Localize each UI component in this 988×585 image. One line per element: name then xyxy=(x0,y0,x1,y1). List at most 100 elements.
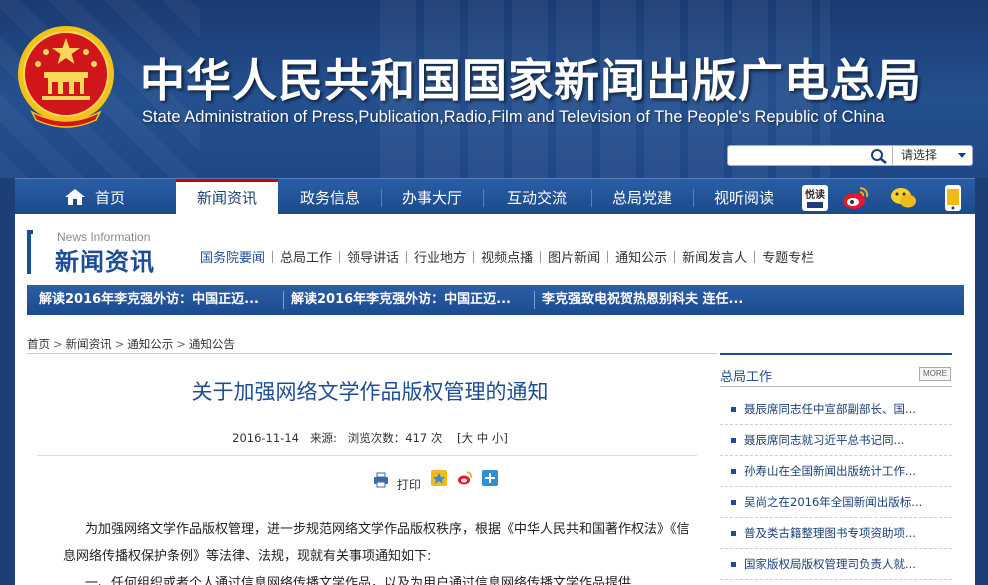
main-nav: 首页 新闻资讯 政务信息 办事大厅 互动交流 总局党建 视听阅读 悦读 xyxy=(15,178,975,215)
share-more-icon[interactable] xyxy=(482,470,499,486)
font-size-medium[interactable]: 中 xyxy=(477,431,489,445)
subnav-item-photo-news[interactable]: 图片新闻 xyxy=(541,247,607,266)
nav-item-label: 互动交流 xyxy=(506,189,567,207)
nav-item-label: 首页 xyxy=(94,189,125,207)
share-qzone-icon[interactable] xyxy=(430,470,447,486)
search-box: 请选择 xyxy=(727,145,973,166)
nav-item-label: 新闻资讯 xyxy=(196,189,257,207)
share-weibo-icon[interactable] xyxy=(457,470,473,486)
breadcrumb-item[interactable]: 通知公示 xyxy=(127,337,173,351)
search-icon[interactable] xyxy=(870,148,888,164)
subnav-item-spokesperson[interactable]: 新闻发言人 xyxy=(675,247,754,266)
site-title-cn: 中华人民共和国国家新闻出版广电总局 xyxy=(140,54,923,107)
bullet-icon xyxy=(731,500,736,505)
bullet-icon xyxy=(731,407,736,412)
sidebar-item-label: 普及类古籍整理图书专项资助项... xyxy=(744,526,916,540)
subnav-item-work[interactable]: 总局工作 xyxy=(273,247,339,266)
breadcrumb-item[interactable]: 新闻资讯 xyxy=(66,337,112,351)
nav-divider xyxy=(693,189,694,207)
subnav-item-special[interactable]: 专题专栏 xyxy=(755,247,821,266)
yuedu-icon[interactable]: 悦读 xyxy=(801,184,829,212)
sidebar-item-label: 国家版权局版权管理司负责人就... xyxy=(744,557,916,571)
home-icon xyxy=(64,189,85,205)
nav-item-interaction[interactable]: 互动交流 xyxy=(487,179,587,215)
subnav-item-state-council[interactable]: 国务院要闻 xyxy=(193,247,272,266)
search-scope-select[interactable]: 请选择 xyxy=(892,146,972,165)
nav-item-government-info[interactable]: 政务信息 xyxy=(283,179,377,215)
nav-item-party-building[interactable]: 总局党建 xyxy=(595,179,689,215)
ticker-headline[interactable]: 解读2016年李克强外访：中国正迈... xyxy=(291,285,511,315)
bullet-icon xyxy=(731,531,736,536)
nav-item-news[interactable]: 新闻资讯 xyxy=(176,179,278,215)
headline-ticker: 解读2016年李克强外访：中国正迈... 解读2016年李克强外访：中国正迈..… xyxy=(27,285,964,315)
section-subnav: 国务院要闻 总局工作 领导讲话 行业地方 视频点播 图片新闻 通知公示 新闻发言人 专题专栏 xyxy=(193,247,821,267)
article-tools: 打印 xyxy=(373,470,499,493)
subnav-item-industry[interactable]: 行业地方 xyxy=(407,247,473,266)
subnav-item-video[interactable]: 视频点播 xyxy=(474,247,540,266)
article-date: 2016-11-14 xyxy=(232,431,299,445)
nav-item-label: 政务信息 xyxy=(299,189,360,207)
sidebar-list: 聂辰席同志任中宣部副部长、国... 聂辰席同志就习近平总书记同... 孙寿山在全… xyxy=(720,394,952,580)
subnav-item-notices[interactable]: 通知公示 xyxy=(608,247,674,266)
sidebar-list-item[interactable]: 国家版权局版权管理司负责人就... xyxy=(720,549,952,580)
breadcrumb-divider xyxy=(27,353,717,354)
sidebar-list-item[interactable]: 吴尚之在2016年全国新闻出版标... xyxy=(720,487,952,518)
nav-divider xyxy=(591,189,592,207)
nav-item-label: 总局党建 xyxy=(611,189,672,207)
weibo-icon[interactable] xyxy=(841,184,869,212)
article-meta: 2016-11-14 来源: 浏览次数：417 次 [大 中 小] xyxy=(35,430,705,446)
nav-item-label: 办事大厅 xyxy=(401,189,462,207)
nav-item-label: 视听阅读 xyxy=(713,189,774,207)
sidebar-list-item[interactable]: 孙寿山在全国新闻出版统计工作... xyxy=(720,456,952,487)
article-paragraph: 为加强网络文学作品版权管理，进一步规范网络文学作品版权秩序，根据《中华人民共和国… xyxy=(63,522,690,564)
section-bracket xyxy=(27,230,33,274)
breadcrumb-item[interactable]: 通知公告 xyxy=(189,337,235,351)
print-icon xyxy=(374,472,388,488)
bullet-icon xyxy=(731,438,736,443)
sidebar-item-label: 聂辰席同志任中宣部副部长、国... xyxy=(744,402,916,416)
sidebar-item-label: 孙寿山在全国新闻出版统计工作... xyxy=(744,464,916,478)
print-button[interactable]: 打印 xyxy=(373,472,421,493)
article-divider xyxy=(37,455,697,456)
ticker-headline[interactable]: 李克强致电祝贺热恩别科夫 连任... xyxy=(542,285,743,315)
mobile-icon[interactable] xyxy=(939,184,967,212)
section-title-cn: 新闻资讯 xyxy=(55,248,155,276)
sidebar-more-button[interactable]: MORE xyxy=(919,367,951,381)
subnav-item-speeches[interactable]: 领导讲话 xyxy=(340,247,406,266)
header-banner: 中华人民共和国国家新闻出版广电总局 State Administration o… xyxy=(0,0,988,178)
sidebar-top-border xyxy=(720,353,952,355)
article-paragraph: 一、任何组织或者个人通过信息网络传播文学作品，以及为用户通过信息网络传播文学作品… xyxy=(85,576,632,585)
bullet-icon xyxy=(731,562,736,567)
ticker-headline[interactable]: 解读2016年李克强外访：中国正迈... xyxy=(39,285,259,315)
nav-item-service-hall[interactable]: 办事大厅 xyxy=(385,179,479,215)
nav-item-audiovisual[interactable]: 视听阅读 xyxy=(697,179,791,215)
nav-divider xyxy=(381,189,382,207)
yuedu-icon-text: 悦读 xyxy=(805,188,825,201)
ticker-divider xyxy=(534,291,535,309)
bullet-icon xyxy=(731,469,736,474)
article-body: 为加强网络文学作品版权管理，进一步规范网络文学作品版权秩序，根据《中华人民共和国… xyxy=(63,516,691,585)
sidebar-list-item[interactable]: 聂辰席同志任中宣部副部长、国... xyxy=(720,394,952,425)
font-size-large[interactable]: 大 xyxy=(462,431,474,445)
page-container: 首页 新闻资讯 政务信息 办事大厅 互动交流 总局党建 视听阅读 悦读 News… xyxy=(15,178,975,585)
article-source: 来源: xyxy=(309,431,337,445)
sidebar-list-item[interactable]: 普及类古籍整理图书专项资助项... xyxy=(720,518,952,549)
search-scope-label: 请选择 xyxy=(901,148,938,162)
breadcrumb: 首页 > 新闻资讯 > 通知公示 > 通知公告 xyxy=(27,337,235,351)
sidebar-divider xyxy=(720,386,952,387)
search-input[interactable] xyxy=(730,147,866,164)
sidebar-list-item[interactable]: 聂辰席同志就习近平总书记同... xyxy=(720,425,952,456)
nav-item-home[interactable]: 首页 xyxy=(45,179,145,215)
sidebar-item-label: 吴尚之在2016年全国新闻出版标... xyxy=(744,495,923,509)
chevron-down-icon xyxy=(958,153,966,158)
font-size-small[interactable]: 小 xyxy=(492,431,504,445)
weixin-icon[interactable] xyxy=(890,184,918,212)
site-title-en: State Administration of Press,Publicatio… xyxy=(142,108,885,126)
sidebar-title: 总局工作 xyxy=(720,370,773,385)
sidebar-item-label: 聂辰席同志就习近平总书记同... xyxy=(744,433,905,447)
breadcrumb-item[interactable]: 首页 xyxy=(27,337,50,351)
nav-divider xyxy=(483,189,484,207)
national-emblem-icon xyxy=(18,26,114,128)
print-label: 打印 xyxy=(396,478,421,492)
ticker-divider xyxy=(283,291,284,309)
